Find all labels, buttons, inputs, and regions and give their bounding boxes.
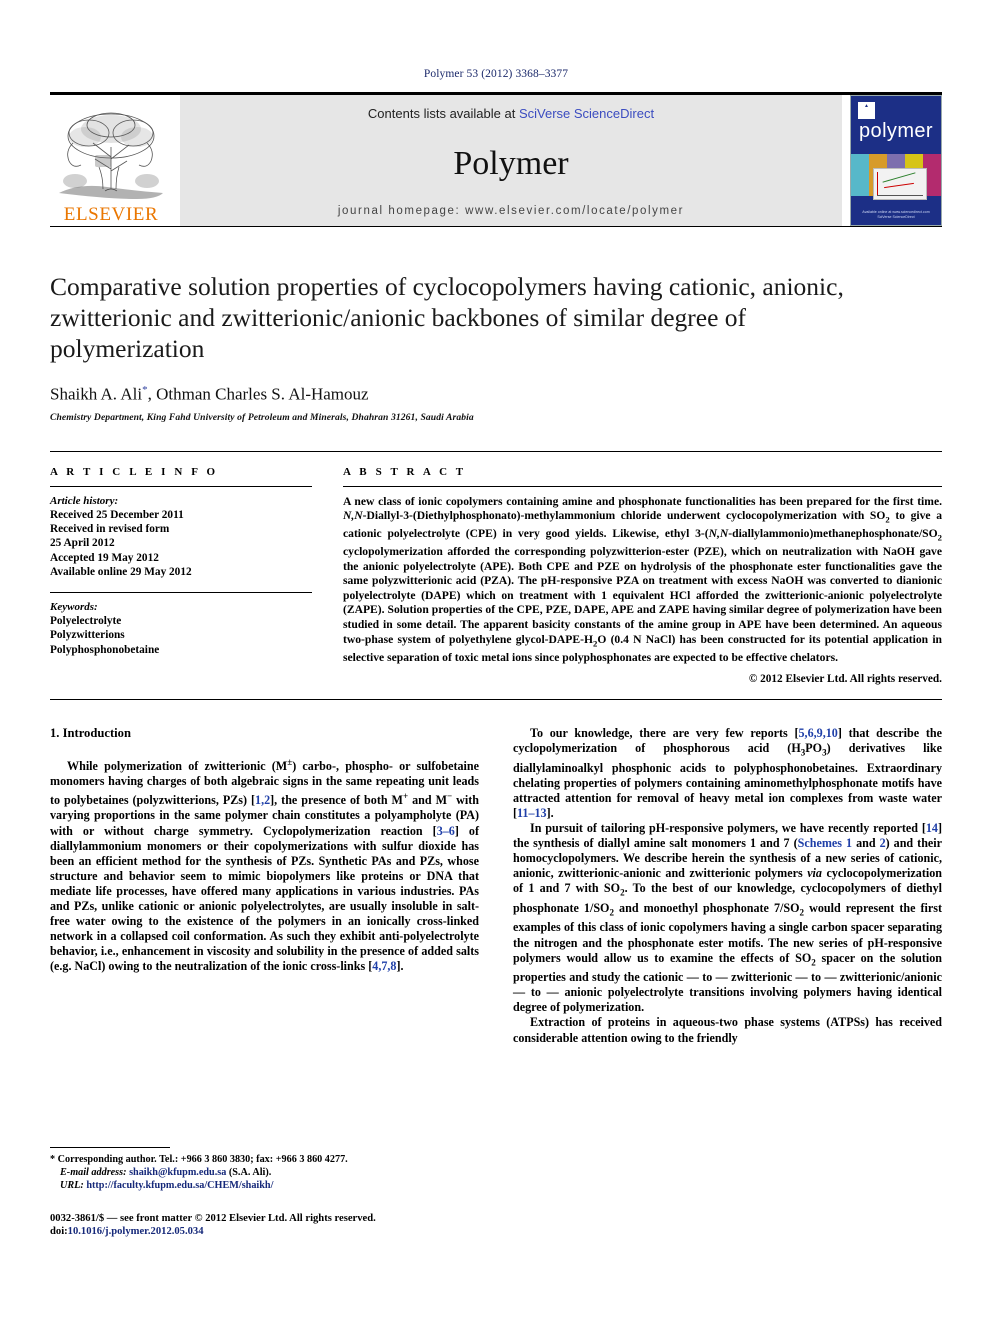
- keyword-item: Polyzwitterions: [50, 629, 125, 642]
- body-paragraph: Extraction of proteins in aqueous-two ph…: [513, 1015, 942, 1045]
- cover-publisher-logo: ▲: [858, 102, 875, 119]
- article-info-heading: A R T I C L E I N F O: [50, 465, 219, 478]
- contents-prefix: Contents lists available at: [367, 106, 519, 121]
- imprint-block: 0032-3861/$ — see front matter © 2012 El…: [50, 1212, 376, 1239]
- history-item: 25 April 2012: [50, 537, 115, 550]
- contents-lists-line: Contents lists available at SciVerse Sci…: [368, 106, 654, 121]
- elsevier-wordmark: ELSEVIER: [63, 204, 159, 225]
- imprint-front-matter: 0032-3861/$ — see front matter © 2012 El…: [50, 1213, 376, 1224]
- article-history-label: Article history:: [50, 494, 119, 507]
- email-link[interactable]: shaikh@kfupm.edu.sa: [129, 1167, 226, 1178]
- footnote-corresponding-line: * Corresponding author. Tel.: +966 3 860…: [50, 1153, 479, 1166]
- keywords-rule: [50, 591, 312, 593]
- footnote-url-line: URL: http://faculty.kfupm.edu.sa/CHEM/sh…: [50, 1179, 479, 1192]
- body-paragraph: While polymerization of zwitterionic (M±…: [50, 757, 480, 974]
- keywords-label: Keywords:: [50, 600, 98, 613]
- body-column-left: 1. Introduction While polymerization of …: [50, 726, 479, 1046]
- info-abstract-region: A R T I C L E I N F O Article history: R…: [50, 450, 942, 685]
- elsevier-logo: ELSEVIER: [50, 95, 172, 226]
- cover-footer: Available online at www.sciencedirect.co…: [851, 210, 941, 220]
- title-block: Comparative solution properties of cyclo…: [50, 227, 942, 423]
- journal-cover-thumbnail: ▲ polymer Available online at www.scienc…: [850, 95, 942, 226]
- author-list: Shaikh A. Ali*, Othman Charles S. Al-Ham…: [50, 384, 369, 404]
- body-columns: 1. Introduction While polymerization of …: [50, 726, 942, 1046]
- article-info-column: A R T I C L E I N F O Article history: R…: [50, 452, 312, 685]
- footnote-email-line: E-mail address: shaikh@kfupm.edu.sa (S.A…: [50, 1166, 479, 1179]
- footnote-marker: *: [50, 1154, 56, 1165]
- history-item: Accepted 19 May 2012: [50, 551, 159, 564]
- cover-title: polymer: [859, 120, 933, 142]
- keyword-item: Polyelectrolyte: [50, 614, 122, 627]
- abstract-text: A new class of ionic copolymers containi…: [343, 494, 943, 664]
- abstract-copyright: © 2012 Elsevier Ltd. All rights reserved…: [748, 673, 942, 686]
- cover-footer-line1: Available online at www.sciencedirect.co…: [862, 210, 930, 214]
- history-item: Received in revised form: [50, 523, 170, 536]
- body-column-right: To our knowledge, there are very few rep…: [513, 726, 942, 1046]
- article-first-page: Polymer 53 (2012) 3368–3377 ELSEVIER Con…: [0, 0, 992, 1323]
- running-head: Polymer 53 (2012) 3368–3377: [423, 68, 569, 80]
- abstract-heading: A B S T R A C T: [343, 465, 467, 478]
- journal-title: Polymer: [453, 145, 569, 182]
- affiliation: Chemistry Department, King Fahd Universi…: [50, 411, 474, 423]
- journal-homepage[interactable]: journal homepage: www.elsevier.com/locat…: [338, 205, 684, 217]
- abstract-rule: [343, 485, 942, 487]
- imprint-doi-line: doi:10.1016/j.polymer.2012.05.034: [50, 1225, 376, 1238]
- history-item: Received 25 December 2011: [50, 508, 184, 521]
- body-paragraph: To our knowledge, there are very few rep…: [513, 726, 942, 820]
- keywords-block: Keywords: Polyelectrolyte Polyzwitterion…: [50, 601, 312, 657]
- history-item: Available online 29 May 2012: [50, 566, 192, 579]
- corresponding-author-footnote: * Corresponding author. Tel.: +966 3 860…: [50, 1147, 479, 1193]
- email-owner: (S.A. Ali).: [228, 1167, 272, 1179]
- url-link[interactable]: http://faculty.kfupm.edu.sa/CHEM/shaikh/: [86, 1180, 273, 1191]
- doi-link[interactable]: 10.1016/j.polymer.2012.05.034: [68, 1226, 204, 1237]
- abstract-column: A B S T R A C T A new class of ionic cop…: [312, 452, 942, 685]
- elsevier-tree-icon: [59, 112, 163, 199]
- cover-inset-chart: [873, 168, 927, 200]
- email-label: E-mail address:: [60, 1167, 127, 1179]
- abstract-bottom-rule: [50, 699, 942, 701]
- keyword-item: Polyphosphonobetaine: [50, 643, 160, 656]
- journal-banner: Contents lists available at SciVerse Sci…: [180, 95, 842, 226]
- section-heading-introduction: 1. Introduction: [50, 726, 131, 741]
- url-label: URL:: [60, 1180, 84, 1192]
- cover-footer-line2: SciVerse ScienceDirect: [877, 215, 915, 219]
- page-title: Comparative solution properties of cyclo…: [50, 272, 844, 363]
- footnote-rule: [50, 1147, 170, 1148]
- body-paragraph: In pursuit of tailoring pH-responsive po…: [513, 821, 943, 1015]
- journal-masthead: ELSEVIER Contents lists available at Sci…: [50, 92, 942, 226]
- doi-label: doi:: [50, 1226, 68, 1238]
- footnote-corresponding-text: Corresponding author. Tel.: +966 3 860 3…: [57, 1154, 348, 1165]
- article-info-rule: [50, 485, 312, 487]
- sciencedirect-link[interactable]: SciVerse ScienceDirect: [519, 106, 654, 121]
